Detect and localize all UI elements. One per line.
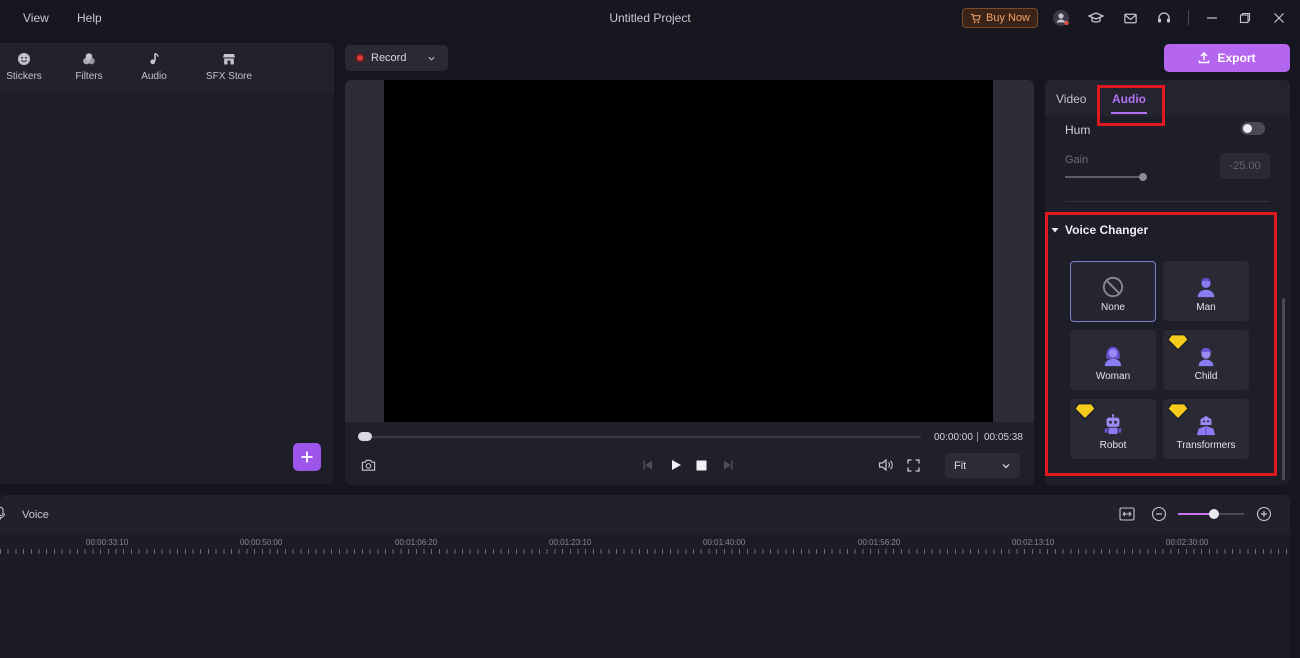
preview-letterbox-right xyxy=(993,80,1034,422)
graduation-cap-icon[interactable] xyxy=(1087,9,1105,27)
zoom-in-icon[interactable] xyxy=(1256,506,1272,522)
headset-icon[interactable] xyxy=(1155,9,1173,27)
mail-icon[interactable] xyxy=(1121,9,1139,27)
upload-icon xyxy=(1199,52,1210,64)
zoom-out-icon[interactable] xyxy=(1151,506,1167,522)
plus-icon xyxy=(301,451,313,463)
tab-stickers-label: Stickers xyxy=(6,71,42,82)
total-time: 00:05:38 xyxy=(984,432,1023,443)
gain-slider-track[interactable] xyxy=(1065,176,1145,178)
tab-filters[interactable]: Filters xyxy=(59,52,119,82)
playback-progress-handle[interactable] xyxy=(358,432,372,441)
highlight-audio-tab xyxy=(1097,85,1165,126)
buy-now-label: Buy Now xyxy=(985,12,1031,24)
section-divider xyxy=(1065,201,1270,202)
ruler-label: 00:01:56:20 xyxy=(858,538,901,547)
buy-now-button[interactable]: Buy Now xyxy=(962,8,1038,28)
fit-timeline-icon[interactable] xyxy=(1119,507,1135,521)
ruler-label: 00:00:33:10 xyxy=(86,538,129,547)
timeline-zoom-handle[interactable] xyxy=(1209,509,1219,519)
gain-value-input[interactable]: -25.00 xyxy=(1220,153,1270,179)
time-separator xyxy=(977,432,978,442)
menu-view[interactable]: View xyxy=(23,11,49,25)
tab-video[interactable]: Video xyxy=(1056,92,1086,106)
highlight-voice-changer xyxy=(1045,212,1277,476)
menu-help[interactable]: Help xyxy=(77,11,102,25)
tab-audio-media[interactable]: Audio xyxy=(124,52,184,82)
hum-toggle[interactable] xyxy=(1241,122,1265,135)
properties-scrollbar[interactable] xyxy=(1282,298,1285,480)
ruler-label: 00:02:13:10 xyxy=(1012,538,1055,547)
preview-panel: 00:00:00 00:05:38 Fit xyxy=(345,80,1034,485)
current-time: 00:00:00 xyxy=(934,432,973,443)
volume-icon[interactable] xyxy=(878,457,894,473)
zoom-fit-value: Fit xyxy=(954,459,967,472)
ruler-label: 00:01:23:10 xyxy=(549,538,592,547)
project-title: Untitled Project xyxy=(609,11,691,25)
timeline-panel: Voice 00:00:33:10 00:00:50:00 00:01:06:2… xyxy=(0,495,1290,658)
close-icon[interactable] xyxy=(1270,9,1288,27)
next-frame-icon[interactable] xyxy=(720,457,736,473)
gain-label: Gain xyxy=(1065,154,1089,166)
music-note-icon xyxy=(150,52,159,65)
add-button[interactable] xyxy=(293,443,321,471)
gain-slider-handle[interactable] xyxy=(1139,173,1147,181)
media-tab-bar: Stickers Filters Audio SFX Store xyxy=(0,43,334,94)
tab-audio-media-label: Audio xyxy=(141,71,167,82)
minimize-icon[interactable] xyxy=(1203,9,1221,27)
record-label: Record xyxy=(371,52,407,64)
ruler-label: 00:01:40:00 xyxy=(703,538,746,547)
filter-icon xyxy=(83,53,95,65)
ruler-label: 00:00:50:00 xyxy=(240,538,283,547)
store-icon xyxy=(223,54,235,65)
record-dot-icon xyxy=(355,53,365,63)
snapshot-icon[interactable] xyxy=(360,457,376,473)
export-button[interactable]: Export xyxy=(1164,44,1290,72)
tab-filters-label: Filters xyxy=(75,71,103,82)
account-icon[interactable] xyxy=(1052,9,1070,27)
tab-sfx-store-label: SFX Store xyxy=(205,71,253,82)
preview-letterbox-left xyxy=(345,80,384,422)
previous-frame-icon[interactable] xyxy=(640,457,656,473)
fullscreen-icon[interactable] xyxy=(905,457,921,473)
ruler-label: 00:02:30:00 xyxy=(1166,538,1209,547)
microphone-icon[interactable] xyxy=(0,507,6,520)
video-canvas[interactable] xyxy=(384,80,993,422)
playback-progress-track[interactable] xyxy=(364,436,921,438)
stop-icon[interactable] xyxy=(693,457,709,473)
zoom-fit-select[interactable]: Fit xyxy=(945,453,1020,478)
chevron-down-icon xyxy=(428,56,436,61)
tab-sfx-store[interactable]: SFX Store xyxy=(199,52,259,82)
hum-label: Hum xyxy=(1065,123,1091,137)
timeline-toolbar: Voice xyxy=(0,495,1290,533)
sticker-icon xyxy=(18,53,30,65)
titlebar-separator xyxy=(1188,10,1189,25)
cart-icon xyxy=(970,13,981,23)
gain-value: -25.00 xyxy=(1229,160,1261,172)
media-panel: Stickers Filters Audio SFX Store xyxy=(0,43,334,484)
play-icon[interactable] xyxy=(668,457,684,473)
restore-icon[interactable] xyxy=(1236,9,1254,27)
timeline-ruler[interactable] xyxy=(0,549,1290,554)
chevron-down-icon xyxy=(1002,463,1010,468)
voice-track-label: Voice xyxy=(22,509,49,521)
title-bar: View Help Untitled Project Buy Now xyxy=(0,0,1300,36)
record-dropdown[interactable]: Record xyxy=(345,45,448,71)
ruler-label: 00:01:06:20 xyxy=(395,538,438,547)
export-label: Export xyxy=(1217,51,1256,65)
tab-stickers[interactable]: Stickers xyxy=(0,52,54,82)
properties-tab-bar: Video Audio xyxy=(1045,80,1290,116)
